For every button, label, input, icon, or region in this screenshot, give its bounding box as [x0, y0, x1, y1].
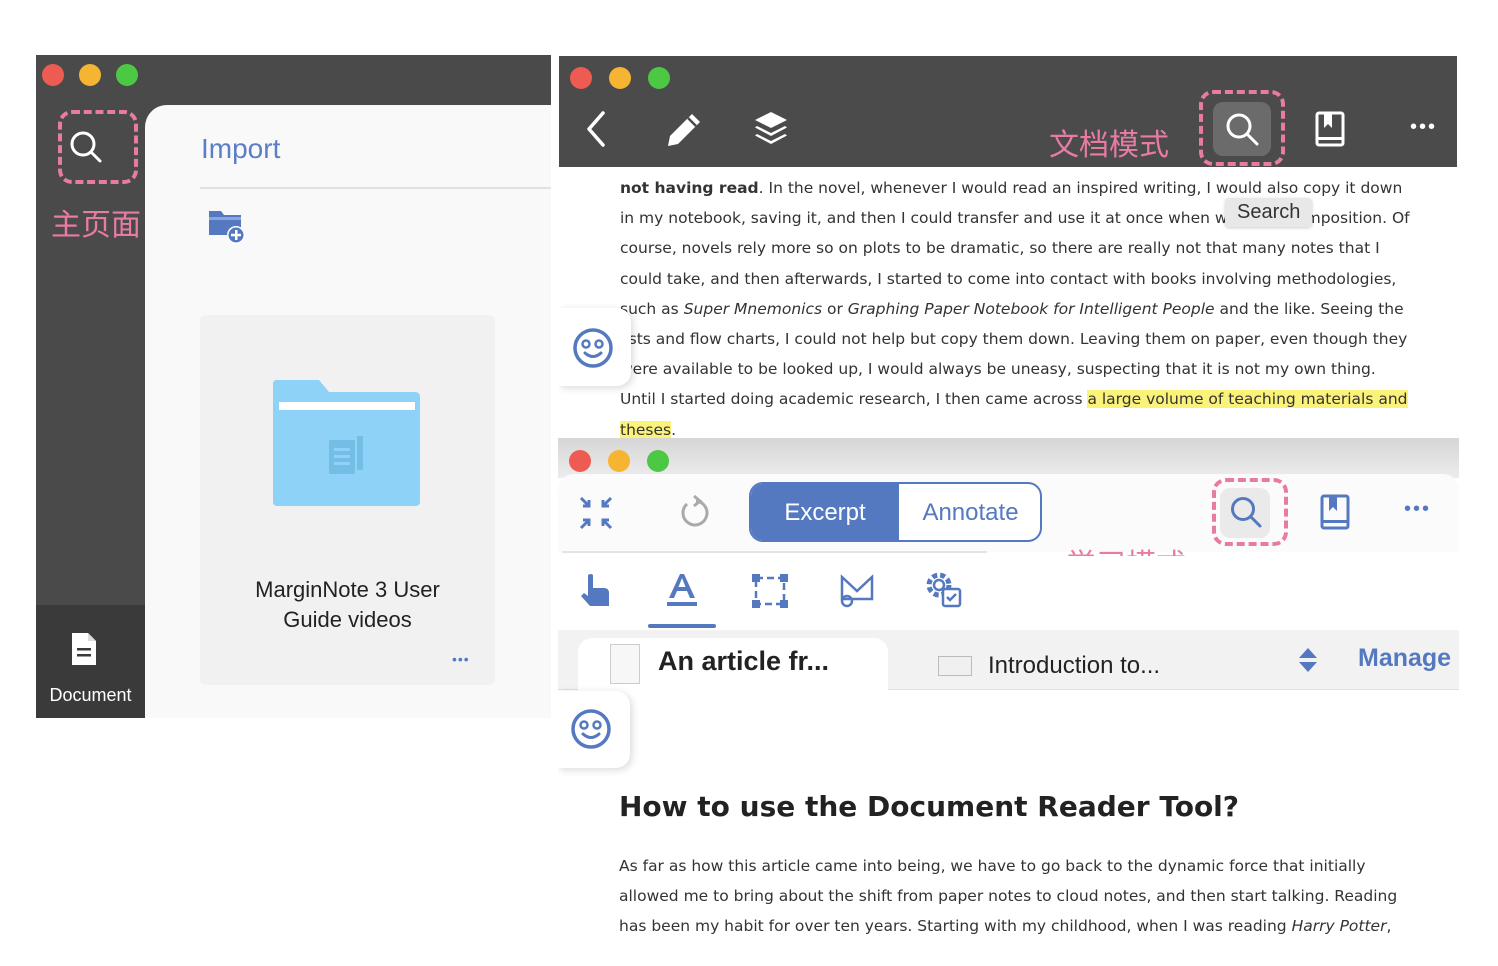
- minimize-window-button[interactable]: [609, 67, 631, 89]
- bookmark-book-icon[interactable]: [1320, 494, 1350, 530]
- article-body-line-3-text: has been my habit for over ten years. St…: [619, 917, 1292, 935]
- smiley-face-icon: [573, 328, 613, 368]
- study-more-button[interactable]: •••: [1404, 498, 1431, 521]
- study-toolbar: Excerpt Annotate 学习模式 •••: [558, 474, 1459, 582]
- study-assistant-button[interactable]: [558, 691, 630, 768]
- new-folder-button[interactable]: [207, 205, 247, 245]
- settings-gear-icon[interactable]: [923, 569, 963, 609]
- minimize-window-button[interactable]: [79, 64, 101, 86]
- doc-bold-text: not having read: [620, 179, 759, 197]
- import-divider: [200, 187, 551, 189]
- manage-button[interactable]: Manage: [1358, 644, 1451, 673]
- document-tab-1-title: An article fr...: [658, 646, 830, 676]
- home-content-panel: Import MarginNote 3 User Guide videos ••…: [145, 105, 551, 718]
- text-highlight-icon: [667, 574, 697, 606]
- doc-assistant-button[interactable]: [559, 308, 631, 386]
- document-mode-window: 文档模式 ••• not having read. In the novel, …: [559, 56, 1457, 448]
- home-window: 主页面 Document Import MarginNote 3 User Gu…: [36, 55, 551, 718]
- document-icon: [72, 633, 96, 665]
- home-page-label: 主页面: [51, 209, 141, 242]
- document-tab-2-title: Introduction to...: [988, 652, 1161, 679]
- study-titlebar: [558, 438, 1459, 478]
- annotate-segment[interactable]: Annotate: [899, 484, 1040, 540]
- lasso-icon[interactable]: [838, 571, 876, 609]
- toolbar-divider: [562, 551, 987, 553]
- folder-title-line1: MarginNote 3 User: [255, 577, 440, 602]
- article-body-line-3: has been my habit for over ten years. St…: [619, 911, 1391, 941]
- folder-title-line2: Guide videos: [283, 607, 412, 632]
- close-window-button[interactable]: [42, 64, 64, 86]
- active-tool-indicator: [648, 624, 716, 628]
- document-tab[interactable]: Document: [36, 605, 145, 718]
- close-window-button[interactable]: [570, 67, 592, 89]
- excerpt-segment[interactable]: Excerpt: [751, 484, 899, 540]
- home-search-highlight: [58, 110, 138, 184]
- bookmark-book-icon[interactable]: [1315, 111, 1345, 147]
- article-body-line-3-end: ,: [1386, 917, 1392, 935]
- study-mode-window: Excerpt Annotate 学习模式 •••: [558, 438, 1459, 966]
- smiley-face-icon: [571, 709, 611, 749]
- import-title: Import: [201, 133, 281, 164]
- study-search-highlight: [1212, 478, 1288, 546]
- layers-icon[interactable]: [752, 109, 790, 149]
- document-tab-2[interactable]: Introduction to...: [903, 638, 1213, 688]
- folder-more-button[interactable]: •••: [452, 651, 470, 667]
- collapse-icon[interactable]: [578, 495, 614, 531]
- folder-icon: [273, 380, 420, 506]
- zoom-window-button[interactable]: [647, 450, 669, 472]
- search-tooltip: Search: [1225, 198, 1313, 227]
- folder-card[interactable]: MarginNote 3 User Guide videos •••: [200, 315, 495, 685]
- pencil-icon[interactable]: [664, 110, 704, 148]
- doc-text-2: or: [822, 299, 848, 318]
- doc-more-button[interactable]: •••: [1410, 116, 1437, 139]
- excerpt-segment-label: Excerpt: [784, 499, 866, 526]
- document-mode-label: 文档模式: [1049, 129, 1169, 162]
- doc-italic-2: Graphing Paper Notebook for Intelligent …: [847, 299, 1215, 318]
- doc-text-4: .: [671, 420, 677, 439]
- zoom-window-button[interactable]: [648, 67, 670, 89]
- article-body-line-1: As far as how this article came into bei…: [619, 857, 1366, 875]
- document-tabs-bar: An article fr... Introduction to... Mana…: [558, 630, 1459, 690]
- article-heading: How to use the Document Reader Tool?: [619, 790, 1240, 823]
- back-icon[interactable]: [585, 110, 609, 148]
- highlight-tool[interactable]: [648, 566, 716, 628]
- mode-segmented-control: Excerpt Annotate: [749, 482, 1042, 542]
- document-tab-label: Document: [49, 685, 132, 705]
- doc-search-highlight: [1199, 90, 1285, 166]
- document-thumbnail-icon: [938, 656, 972, 676]
- sort-arrows-icon[interactable]: [1297, 646, 1319, 674]
- annotate-segment-label: Annotate: [922, 499, 1019, 526]
- doc-italic-1: Super Mnemonics: [683, 299, 823, 318]
- article-italic-title: Harry Potter: [1291, 917, 1387, 935]
- add-folder-icon: [209, 211, 245, 244]
- tool-row: [558, 556, 1459, 630]
- document-thumbnail-icon: [610, 644, 640, 684]
- rectangle-select-icon[interactable]: [751, 573, 789, 609]
- close-window-button[interactable]: [569, 450, 591, 472]
- hand-pointer-icon[interactable]: [578, 572, 612, 610]
- undo-icon[interactable]: [678, 495, 710, 529]
- article-body-line-2: allowed me to bring about the shift from…: [619, 887, 1398, 905]
- zoom-window-button[interactable]: [116, 64, 138, 86]
- minimize-window-button[interactable]: [608, 450, 630, 472]
- doc-toolbar: 文档模式 •••: [559, 56, 1457, 167]
- document-tab-1[interactable]: An article fr...: [578, 638, 888, 690]
